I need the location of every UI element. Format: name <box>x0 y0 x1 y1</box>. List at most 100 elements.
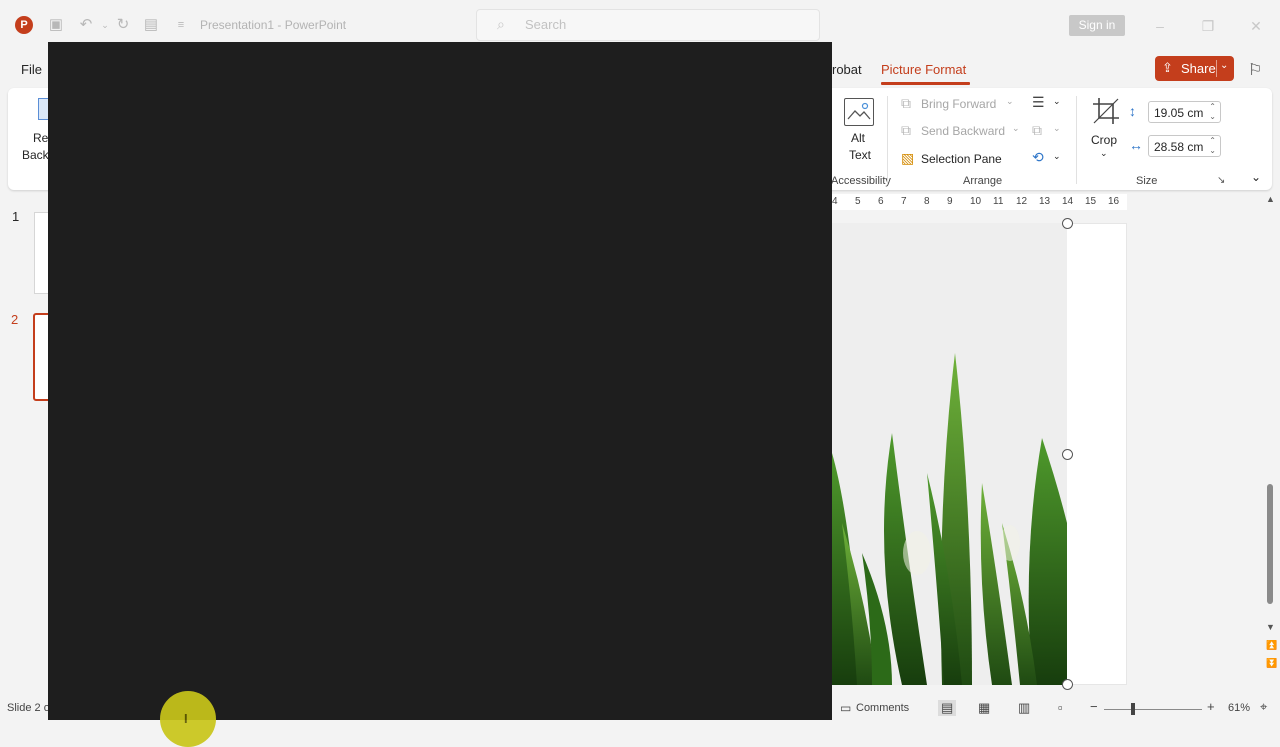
powerpoint-logo-icon: P <box>15 16 33 34</box>
cursor-highlight: I <box>160 691 216 747</box>
width-icon: ↔ <box>1129 137 1143 153</box>
resize-handle-bottom-right[interactable] <box>1062 679 1073 690</box>
sign-in-button[interactable]: Sign in <box>1069 15 1125 36</box>
text-cursor-icon: I <box>184 711 188 726</box>
redo-icon[interactable]: ↻ <box>114 16 132 34</box>
resize-handle-top-right[interactable] <box>1062 218 1073 229</box>
close-icon[interactable]: ✕ <box>1244 14 1268 38</box>
group-objects-icon: ⧉ <box>1032 122 1042 138</box>
alt-text-icon[interactable] <box>844 98 874 126</box>
comments-button[interactable]: Comments <box>856 702 909 714</box>
vertical-scrollbar[interactable]: ▲ ▼ ⏫ ⏬ <box>1264 194 1278 690</box>
present-icon[interactable]: ▤ <box>142 16 160 34</box>
width-spinner[interactable]: ⌃⌄ <box>1148 135 1221 157</box>
crop-button[interactable]: Crop <box>1091 133 1117 147</box>
group-label-size: Size <box>1136 175 1158 187</box>
undo-icon[interactable]: ↶ <box>77 16 95 34</box>
tab-acrobat[interactable]: robat <box>832 62 862 77</box>
fit-slide-icon[interactable]: ⌖ <box>1260 699 1267 715</box>
slideshow-icon[interactable]: ▫ <box>1058 700 1063 715</box>
scrollbar-thumb[interactable] <box>1267 484 1273 604</box>
next-slide-icon[interactable]: ⏬ <box>1266 658 1277 669</box>
width-field[interactable] <box>1152 139 1208 155</box>
scroll-down-icon[interactable]: ▼ <box>1266 622 1275 632</box>
group-separator <box>1076 96 1077 184</box>
spinner-arrows-icon[interactable]: ⌃ ⌄ <box>1209 102 1216 122</box>
undo-dropdown-icon[interactable]: ⌄ <box>96 16 114 34</box>
crop-shape-icon <box>1093 98 1119 124</box>
grass-image-icon <box>832 223 1067 685</box>
grass-picture[interactable] <box>832 223 1067 685</box>
crop-icon[interactable] <box>1091 96 1121 126</box>
bring-forward-chevron-icon[interactable]: ⌄ <box>1006 96 1014 107</box>
share-label: Share <box>1181 61 1216 76</box>
reading-view-icon[interactable]: ▥ <box>1018 700 1030 716</box>
ruler-tick-label: 10 <box>970 196 982 207</box>
search-box[interactable]: ⌕ <box>476 9 820 41</box>
ruler-tick-label: 15 <box>1085 196 1097 207</box>
align-chevron-icon[interactable]: ⌄ <box>1053 96 1061 107</box>
bring-forward-button[interactable]: Bring Forward <box>921 97 996 111</box>
zoom-slider-thumb[interactable] <box>1131 703 1135 715</box>
send-backward-icon: ⧉ <box>901 122 911 138</box>
save-icon[interactable]: ▣ <box>47 16 65 34</box>
size-dialog-launcher-icon[interactable]: ↘ <box>1217 175 1225 186</box>
group-label-accessibility: Accessibility <box>831 175 891 187</box>
align-icon[interactable]: ☰ <box>1032 94 1045 111</box>
spinner-arrows-icon[interactable]: ⌃ ⌄ <box>1209 136 1216 156</box>
slide-number-2: 2 <box>11 312 19 327</box>
crop-chevron-icon[interactable]: ⌄ <box>1100 148 1108 159</box>
restore-icon[interactable]: ❐ <box>1196 14 1220 38</box>
alt-text-label-2: Text <box>849 148 872 162</box>
alt-text-label-1: Alt <box>851 131 866 145</box>
ruler-tick-label: 4 <box>832 196 838 207</box>
ruler-tick-label: 14 <box>1062 196 1074 207</box>
slide-sorter-icon[interactable]: ▦ <box>978 700 990 716</box>
slide-count-status: Slide 2 o <box>7 702 50 714</box>
resize-handle-middle-right[interactable] <box>1062 449 1073 460</box>
customize-toolbar-icon[interactable]: ≡ <box>172 16 190 34</box>
scroll-up-icon[interactable]: ▲ <box>1266 194 1275 204</box>
alt-text-picture-icon <box>847 102 871 120</box>
search-input[interactable] <box>523 16 787 33</box>
share-separator <box>1216 60 1217 77</box>
comments-pane-icon[interactable]: ⚐ <box>1248 60 1262 80</box>
previous-slide-icon[interactable]: ⏫ <box>1266 640 1277 651</box>
collapse-ribbon-chevron-icon[interactable]: ⌄ <box>1251 170 1261 184</box>
selection-pane-button[interactable]: Selection Pane <box>921 152 1002 166</box>
height-field[interactable] <box>1152 105 1208 121</box>
zoom-out-icon[interactable]: − <box>1090 699 1098 714</box>
rotate-icon[interactable]: ⟲ <box>1032 149 1044 166</box>
bring-forward-icon: ⧉ <box>901 95 911 111</box>
selection-pane-icon: ▧ <box>901 150 915 166</box>
chevron-down-icon[interactable]: ⌄ <box>1220 60 1228 71</box>
normal-view-icon[interactable]: ▤ <box>938 700 957 716</box>
slide-number-1: 1 <box>12 209 20 224</box>
send-backward-chevron-icon[interactable]: ⌄ <box>1012 123 1020 134</box>
height-spinner[interactable]: ⌃⌄ <box>1148 101 1221 123</box>
send-backward-button[interactable]: Send Backward <box>921 124 1005 138</box>
active-tab-indicator <box>881 82 970 85</box>
ruler-tick-label: 5 <box>855 196 861 207</box>
ruler-tick-label: 8 <box>924 196 930 207</box>
share-button[interactable]: ⇪ Share ⌄ <box>1155 56 1234 81</box>
ruler-tick-label: 7 <box>901 196 907 207</box>
tab-file[interactable]: File <box>21 62 42 77</box>
ruler-tick-label: 13 <box>1039 196 1051 207</box>
ruler-tick-label: 6 <box>878 196 884 207</box>
ruler-tick-label: 16 <box>1108 196 1120 207</box>
group-label-arrange: Arrange <box>963 175 1003 187</box>
ruler-tick-label: 11 <box>993 196 1004 207</box>
ruler-tick-label: 12 <box>1016 196 1028 207</box>
group-separator <box>887 96 888 184</box>
ruler-tick-label: 9 <box>947 196 953 207</box>
zoom-in-icon[interactable]: + <box>1207 699 1215 714</box>
overlay-panel[interactable] <box>48 42 832 720</box>
minimize-icon[interactable]: – <box>1148 14 1172 38</box>
horizontal-ruler: 4 5 6 7 8 9 10 11 12 13 14 15 16 <box>832 194 1127 210</box>
zoom-level[interactable]: 61% <box>1228 702 1250 714</box>
zoom-slider-track[interactable] <box>1104 709 1202 710</box>
rotate-chevron-icon[interactable]: ⌄ <box>1053 151 1061 162</box>
tab-picture-format[interactable]: Picture Format <box>881 62 966 77</box>
height-icon: ↕ <box>1129 103 1136 119</box>
